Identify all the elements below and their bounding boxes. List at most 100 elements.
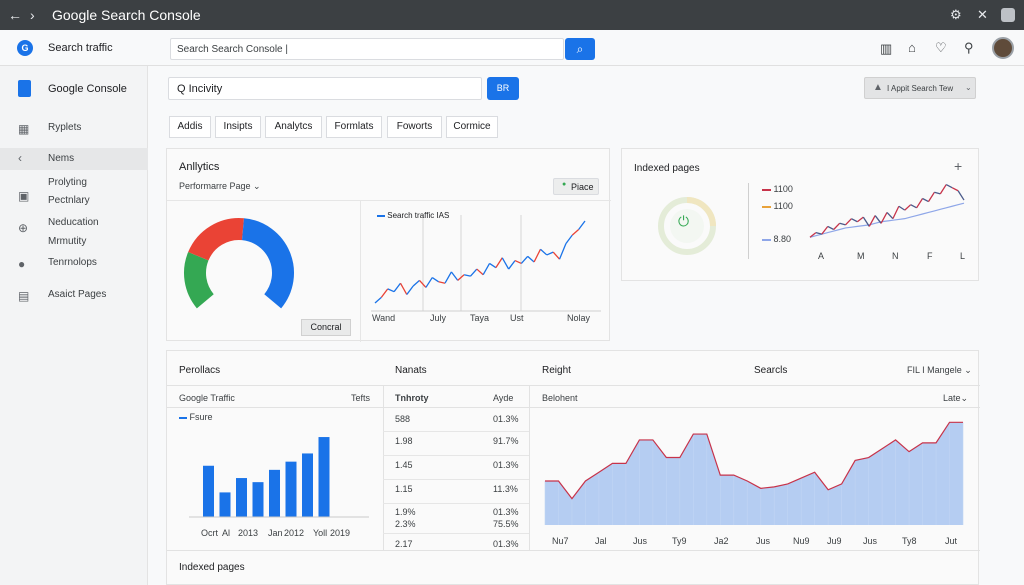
image-icon: ▣ <box>18 189 30 203</box>
account-dropdown[interactable]: ▲ I Appit Search Tew ⌄ <box>864 77 976 99</box>
cancel-button[interactable]: Concral <box>301 319 351 336</box>
sidebar-item-neducation[interactable]: ⊕ Neducation <box>0 217 148 235</box>
tefts-label: Tefts <box>351 393 371 403</box>
table-cell: 01.3% <box>493 414 519 424</box>
google-traffic-label: Google Traffic <box>179 393 235 403</box>
x-tick: July <box>430 313 447 323</box>
sidebar-item-mrmutity[interactable]: Mrmutity <box>0 236 148 250</box>
line-segment <box>380 288 389 298</box>
series-segment-1100 <box>851 218 858 223</box>
x-tick: 2013 <box>238 528 259 538</box>
chevron-down-icon: ⌄ <box>960 393 969 403</box>
line-legend-suffix: IAS <box>436 211 450 220</box>
account-icon: ▲ <box>873 82 883 93</box>
sidebar-item-pectnlary[interactable]: ▣ Pectnlary <box>0 189 148 211</box>
search-console-input[interactable]: Search Search Console | <box>170 38 564 60</box>
tab-cormice[interactable]: Cormice <box>446 116 498 138</box>
x-tick: Nu7 <box>552 536 569 546</box>
x-tick: Jan <box>268 528 283 538</box>
series-segment-1100 <box>951 187 959 192</box>
table-cell: 2.17 <box>395 539 413 549</box>
bar <box>236 478 247 517</box>
sidebar-item-label: Asaict Pages <box>48 289 107 300</box>
filter-search-input[interactable]: Q Incivity <box>168 77 482 100</box>
searches-area-chart <box>544 421 964 525</box>
sidebar-item-ryplets[interactable]: ▦ Ryplets <box>0 122 148 138</box>
line-segment <box>450 271 459 281</box>
table-cell: 01.3% <box>493 507 519 517</box>
table-cell: 91.7% <box>493 436 519 446</box>
bar <box>203 465 214 517</box>
table-cell: 2.3% <box>395 519 416 529</box>
tab-formlats[interactable]: Formlats <box>326 116 382 138</box>
line-segment <box>508 260 516 270</box>
divider <box>383 479 529 480</box>
search-button[interactable]: ⌕ <box>565 38 595 60</box>
table-row: 2.3% 75.5% <box>383 519 529 531</box>
line-segment <box>558 243 567 260</box>
filter-dropdown[interactable]: FIL I Mangele ⌄ <box>907 365 972 376</box>
performance-dropdown-label: Performarre Page <box>179 181 251 191</box>
series-segment-1100 <box>904 204 912 211</box>
br-button[interactable]: BR <box>487 77 519 100</box>
tab-insipts[interactable]: Insipts <box>215 116 261 138</box>
analytics-card: Anllytics Performarre Page ⌄ ● Piace Con… <box>166 148 611 342</box>
table-row: 1.98 91.7% <box>383 433 529 453</box>
heart-icon[interactable]: ♡ <box>935 40 947 56</box>
sidebar-item-nems[interactable]: ‹ Nems <box>0 148 148 170</box>
tab-foworts[interactable]: Foworts <box>387 116 442 138</box>
place-button[interactable]: ● Piace <box>553 178 599 195</box>
series-segment-1100 <box>839 222 846 226</box>
tab-analytcs[interactable]: Analytcs <box>265 116 322 138</box>
back-arrow-icon[interactable]: ← <box>8 7 22 23</box>
series-segment-1100 <box>833 222 841 230</box>
tab-addis[interactable]: Addis <box>169 116 211 138</box>
forward-arrow-icon[interactable]: › <box>30 7 35 23</box>
sidebar-item-label: Neducation <box>48 217 99 228</box>
indexed-line-chart <box>809 183 965 238</box>
add-icon[interactable]: + <box>954 158 962 174</box>
series-segment-1100 <box>939 184 947 195</box>
line-segment <box>527 255 535 263</box>
x-tick: M <box>857 251 865 261</box>
avatar[interactable] <box>992 37 1014 59</box>
line-segment <box>552 251 561 260</box>
series-segment-1100 <box>868 215 876 227</box>
line-segment <box>482 263 491 276</box>
donut-slice <box>241 218 294 309</box>
sidebar-brand: Google Console <box>48 83 127 95</box>
sidebar-item-tenrnolops[interactable]: ● Tenrnolops <box>0 257 148 273</box>
profile-icon[interactable] <box>1001 8 1015 22</box>
window-title: Google Search Console <box>52 7 201 23</box>
table-row: 1.9% 01.3% <box>383 507 529 519</box>
gear-icon[interactable]: ⚙ <box>950 7 962 23</box>
home-icon[interactable]: ⌂ <box>908 40 916 55</box>
performance-dropdown[interactable]: Performarre Page ⌄ <box>179 181 261 192</box>
user-icon[interactable]: ⚲ <box>964 40 974 56</box>
series-segment-1100 <box>957 190 965 201</box>
late-dropdown-label: Late <box>943 393 961 403</box>
line-segment <box>533 248 542 263</box>
search-console-input-text: Search Search Console | <box>177 44 288 55</box>
main-content: Q Incivity BR ▲ I Appit Search Tew ⌄ Add… <box>148 66 1024 585</box>
series-segment-1100 <box>827 225 834 231</box>
list-icon: ▤ <box>18 289 30 303</box>
title-bar: ← › Google Search Console ⚙ ✕ <box>0 0 1024 30</box>
x-tick: Nolay <box>567 313 591 323</box>
line-segment <box>501 257 510 270</box>
bar-legend-label: Fsure <box>189 412 213 422</box>
traffic-details-card: Perollacs Nanats Reight Searcls FIL I Ma… <box>166 350 980 585</box>
grid-view-icon[interactable]: ▥ <box>880 41 892 57</box>
sidebar-item-asaict-pages[interactable]: ▤ Asaict Pages <box>0 289 148 305</box>
table-cell: 75.5% <box>493 519 519 529</box>
line-segment <box>520 255 529 264</box>
line-segment <box>387 288 395 293</box>
tools-icon[interactable]: ✕ <box>977 7 988 23</box>
x-tick: Jus <box>756 536 771 546</box>
indexed-pages-card: Indexed pages + ⏻ 1100 1100 8.80 A M N F… <box>621 148 979 281</box>
x-tick: 2019 <box>330 528 351 538</box>
area-fill <box>545 422 963 525</box>
google-logo-icon: G <box>17 40 33 56</box>
section-title: Searcls <box>754 365 788 376</box>
late-dropdown[interactable]: Late⌄ <box>943 393 968 404</box>
